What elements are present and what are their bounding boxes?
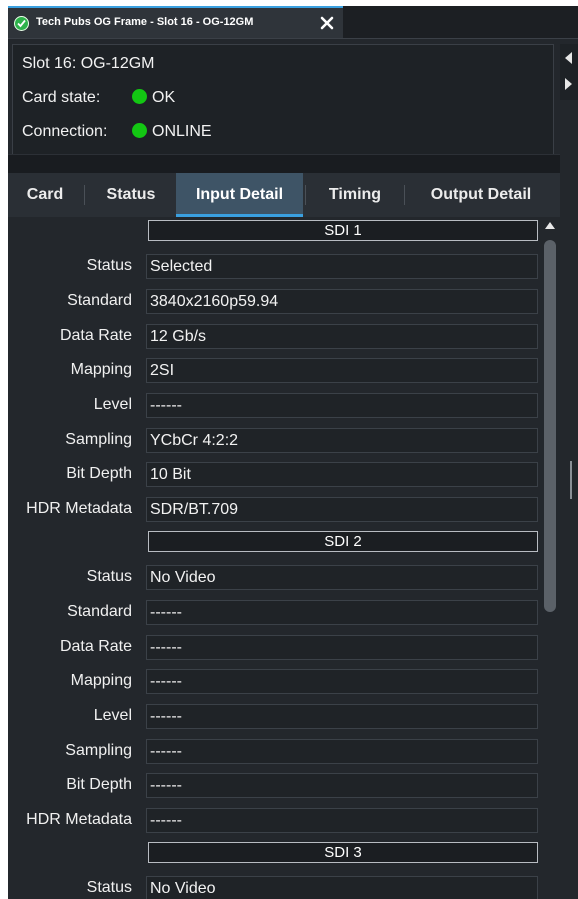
separator-bar — [8, 154, 560, 173]
field-label: Level — [93, 396, 132, 413]
field-label: Mapping — [70, 361, 132, 378]
field-label: Data Rate — [59, 638, 132, 655]
field-label: Standard — [67, 292, 132, 309]
field-value: 12 Gb/s — [146, 324, 538, 349]
window-title: Tech Pubs OG Frame - Slot 16 - OG-12GM — [36, 16, 254, 28]
field-label: HDR Metadata — [26, 811, 132, 828]
field-label: Mapping — [70, 672, 132, 689]
field-label: Status — [86, 568, 132, 585]
field-label: Standard — [67, 603, 132, 620]
section-header-sdi-2: SDI 2 — [148, 531, 538, 552]
field-label: Sampling — [65, 431, 132, 448]
field-value: ------ — [146, 704, 538, 729]
field-value: ------ — [146, 773, 538, 798]
card-state-row: Card state: OK — [22, 89, 175, 107]
connection-label: Connection: — [22, 123, 108, 140]
field-value: YCbCr 4:2:2 — [146, 428, 538, 453]
field-label: Status — [86, 879, 132, 896]
field-value: ------ — [146, 635, 538, 660]
section-header-sdi-3: SDI 3 — [148, 842, 538, 863]
field-value: SDR/BT.709 — [146, 497, 538, 522]
tab-divider — [404, 185, 405, 205]
arrow-right-icon[interactable] — [565, 78, 572, 90]
tab-status[interactable]: Status — [86, 173, 176, 217]
scrollbar-thumb[interactable] — [544, 240, 556, 612]
tab-divider — [84, 185, 85, 205]
app-window: Tech Pubs OG Frame - Slot 16 - OG-12GM S… — [8, 6, 578, 899]
field-label: Bit Depth — [66, 465, 132, 482]
arrow-left-icon[interactable] — [565, 52, 572, 64]
panel-nav-arrows — [560, 44, 578, 100]
field-label: Status — [86, 257, 132, 274]
tab-input-detail[interactable]: Input Detail — [176, 173, 303, 217]
input-detail-content: SDI 1 Status Selected Standard 3840x2160… — [8, 217, 560, 899]
field-label: HDR Metadata — [26, 500, 132, 517]
field-value: No Video — [146, 565, 538, 590]
field-value: ------ — [146, 669, 538, 694]
field-value: ------ — [146, 739, 538, 764]
tab-output-detail[interactable]: Output Detail — [406, 173, 556, 217]
card-info-panel: Slot 16: OG-12GM Card state: OK Connectio… — [12, 44, 554, 172]
section-header-sdi-1: SDI 1 — [148, 220, 538, 241]
scroll-up-arrow-icon[interactable] — [545, 222, 555, 229]
status-ok-icon — [14, 16, 29, 31]
tab-card[interactable]: Card — [8, 173, 82, 217]
field-value: 10 Bit — [146, 462, 538, 487]
side-gutter — [560, 100, 578, 899]
vertical-scrollbar[interactable] — [541, 220, 560, 899]
field-value: ------ — [146, 600, 538, 625]
field-label: Level — [93, 707, 132, 724]
slot-label: Slot 16: OG-12GM — [22, 55, 155, 72]
connection-indicator — [132, 123, 147, 138]
tab-bar: Card Status Input Detail Timing Output D… — [8, 173, 560, 217]
field-value: 3840x2160p59.94 — [146, 289, 538, 314]
field-value: 2SI — [146, 358, 538, 383]
resize-grip[interactable] — [570, 461, 572, 499]
card-state-value: OK — [152, 89, 176, 106]
field-value: ------ — [146, 808, 538, 833]
connection-row: Connection: ONLINE — [22, 123, 212, 141]
card-state-indicator — [132, 89, 147, 104]
field-value: No Video — [146, 876, 538, 899]
field-value: ------ — [146, 393, 538, 418]
field-label: Data Rate — [59, 327, 132, 344]
close-tab-icon[interactable] — [319, 15, 335, 31]
card-state-label: Card state: — [22, 89, 101, 106]
connection-value: ONLINE — [152, 123, 212, 140]
field-label: Bit Depth — [66, 776, 132, 793]
tab-timing[interactable]: Timing — [306, 173, 404, 217]
field-value: Selected — [146, 254, 538, 279]
window-tab-strip: Tech Pubs OG Frame - Slot 16 - OG-12GM — [8, 6, 578, 39]
window-tab[interactable]: Tech Pubs OG Frame - Slot 16 - OG-12GM — [8, 6, 343, 38]
field-label: Sampling — [65, 742, 132, 759]
